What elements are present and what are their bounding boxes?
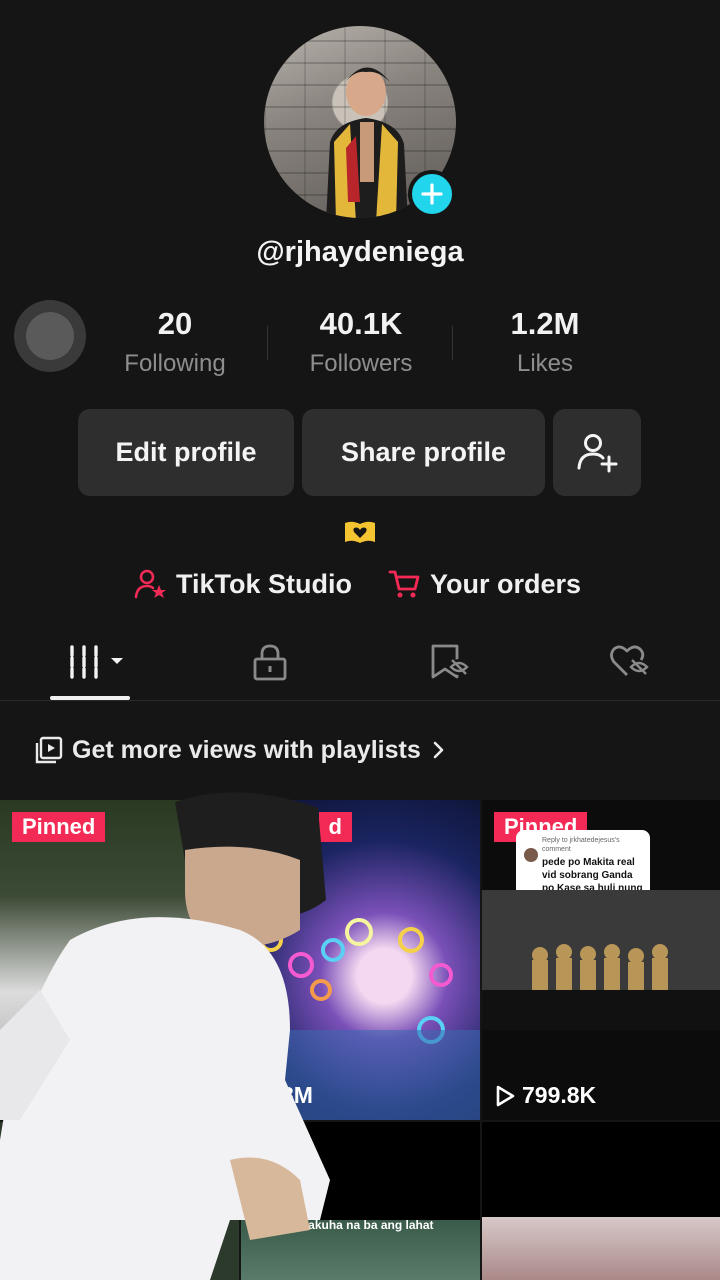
tab-private[interactable] bbox=[240, 640, 300, 684]
add-avatar-button[interactable] bbox=[408, 170, 456, 218]
share-profile-button[interactable]: Share profile bbox=[302, 409, 545, 496]
view-count-row: 799.8K bbox=[494, 1082, 596, 1109]
stat-divider bbox=[267, 326, 268, 360]
assistive-touch-inner bbox=[26, 312, 74, 360]
add-friend-icon bbox=[577, 433, 618, 472]
following-stat[interactable]: 20 Following bbox=[100, 306, 250, 378]
playlist-prompt[interactable]: Get more views with playlists bbox=[34, 732, 449, 768]
chevron-right-icon bbox=[433, 741, 444, 759]
followers-stat[interactable]: 40.1K Followers bbox=[286, 306, 436, 378]
video-thumbnail[interactable] bbox=[482, 1122, 720, 1280]
commenter-avatar bbox=[524, 848, 538, 862]
avatar-person-figure bbox=[326, 67, 408, 218]
book-heart-icon[interactable] bbox=[344, 520, 376, 544]
comment-card-header: Reply to jrkhatedejesus's comment bbox=[542, 837, 620, 853]
plus-icon bbox=[421, 183, 443, 205]
floating-person-overlay bbox=[0, 792, 330, 1280]
grid-icon bbox=[70, 645, 123, 679]
assistive-touch-button[interactable] bbox=[14, 300, 86, 372]
view-count: 799.8K bbox=[522, 1082, 597, 1108]
stat-divider bbox=[452, 326, 453, 360]
video-thumbnail[interactable]: Pinned Reply to jrkhatedejesus's comment… bbox=[482, 800, 720, 1120]
bookmark-eye-off-icon bbox=[431, 644, 469, 679]
following-count: 20 bbox=[157, 306, 193, 341]
lock-icon bbox=[253, 644, 287, 681]
person-star-icon bbox=[134, 569, 166, 599]
likes-count: 1.2M bbox=[510, 306, 580, 341]
playlist-prompt-label: Get more views with playlists bbox=[72, 735, 421, 764]
likes-label: Likes bbox=[516, 350, 574, 377]
stage-performance-visual bbox=[482, 890, 720, 1030]
following-label: Following bbox=[124, 350, 226, 377]
profile-username: @rjhaydeniega bbox=[256, 236, 464, 268]
add-friend-button[interactable] bbox=[553, 409, 641, 496]
your-orders-label: Your orders bbox=[430, 568, 582, 599]
heart-eye-off-icon bbox=[610, 645, 649, 676]
tab-liked[interactable] bbox=[600, 640, 660, 684]
tiktok-studio-link[interactable]: TikTok Studio bbox=[134, 566, 352, 602]
play-icon bbox=[496, 1085, 515, 1106]
cart-icon bbox=[388, 570, 420, 598]
tab-favorites[interactable] bbox=[420, 640, 480, 684]
tab-divider bbox=[0, 700, 720, 701]
your-orders-link[interactable]: Your orders bbox=[388, 566, 581, 602]
followers-count: 40.1K bbox=[319, 306, 403, 341]
likes-stat[interactable]: 1.2M Likes bbox=[470, 306, 620, 378]
edit-profile-button[interactable]: Edit profile bbox=[78, 409, 294, 496]
playlist-icon bbox=[35, 736, 63, 764]
tab-videos[interactable] bbox=[60, 640, 132, 684]
followers-label: Followers bbox=[309, 350, 413, 377]
tiktok-studio-label: TikTok Studio bbox=[176, 568, 353, 599]
